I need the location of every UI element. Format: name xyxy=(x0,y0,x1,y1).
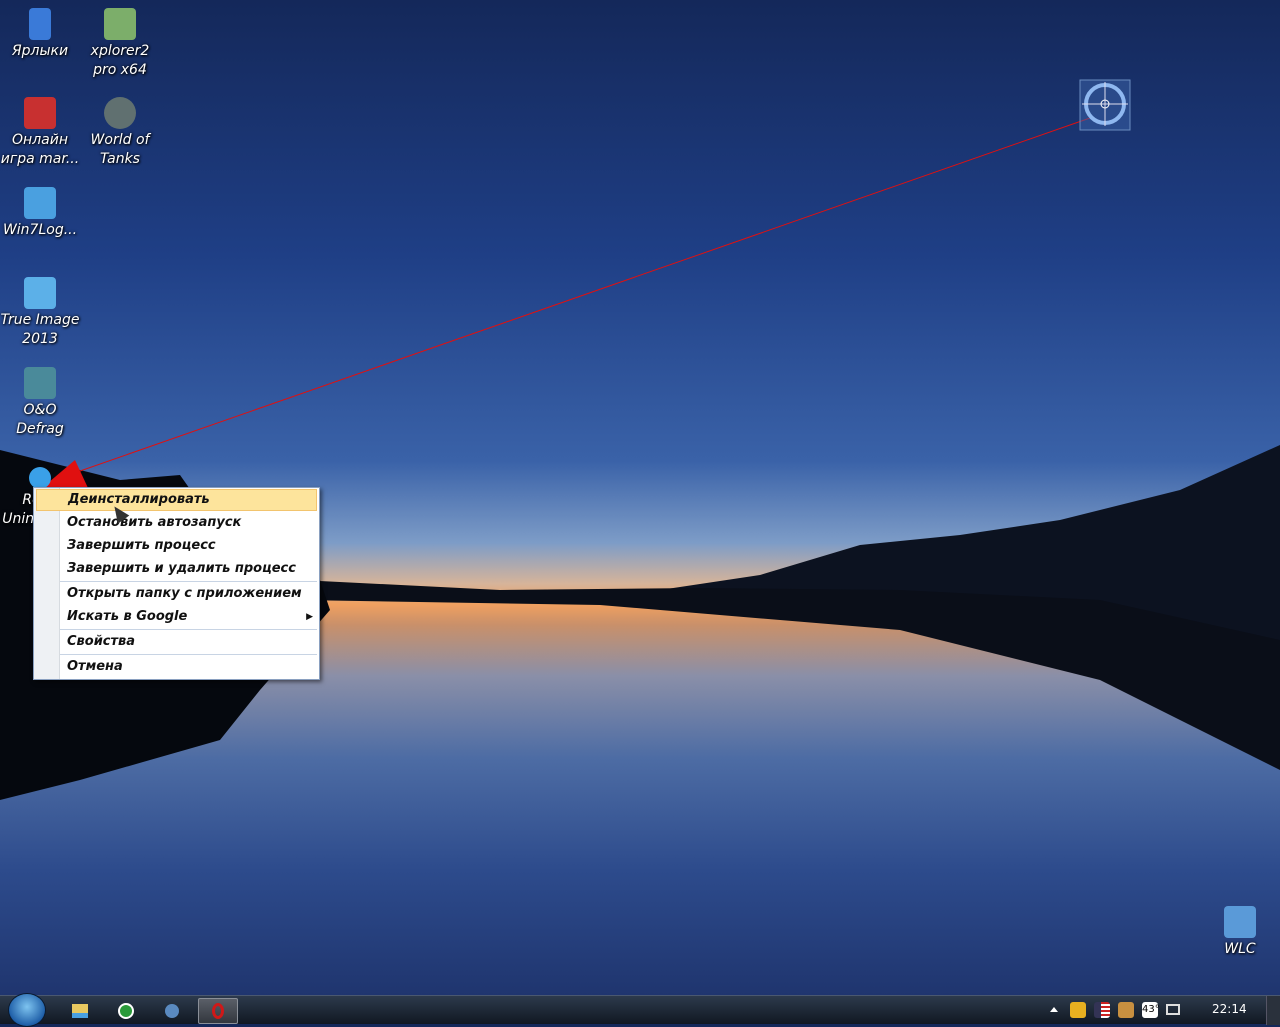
opera-icon xyxy=(212,1003,224,1019)
taskbar-utorrent-button[interactable] xyxy=(106,998,146,1024)
clock[interactable]: 22:14 xyxy=(1212,1002,1247,1016)
pointer-line xyxy=(59,117,1091,479)
menu-item-kill-process[interactable]: Завершить процесс xyxy=(36,535,317,557)
desktop-icon-win7logon[interactable]: Win7Log... xyxy=(0,183,80,240)
menu-separator xyxy=(60,629,317,630)
taskbar: 43° 22:14 xyxy=(0,993,1280,1027)
wot-icon xyxy=(104,97,136,129)
menu-item-open-folder[interactable]: Открыть папку с приложением xyxy=(36,583,317,605)
crosshair-target-icon[interactable] xyxy=(1079,79,1131,131)
folder-icon xyxy=(29,8,51,40)
desktop-icon-xplorer2[interactable]: xplorer2 pro x64 xyxy=(80,4,160,80)
desktop-icon-wlc[interactable]: WLC xyxy=(1200,902,1280,959)
menu-separator xyxy=(60,581,317,582)
desktop-icon-shortcuts[interactable]: Ярлыки xyxy=(0,4,80,61)
desktop-icon-world-of-tanks[interactable]: World of Tanks xyxy=(80,93,160,169)
tray-app-icon[interactable] xyxy=(1070,1002,1086,1018)
utorrent-icon xyxy=(118,1003,134,1019)
desktop-icon-true-image[interactable]: True Image 2013 xyxy=(0,273,80,349)
network-icon[interactable] xyxy=(1166,1004,1180,1015)
weather-temp-icon[interactable]: 43° xyxy=(1142,1002,1160,1018)
context-menu: Деинсталлировать Остановить автозапуск З… xyxy=(33,487,320,680)
taskbar-explorer-button[interactable] xyxy=(60,998,100,1024)
menu-item-search-google[interactable]: Искать в Google ▶ xyxy=(36,606,317,628)
language-flag-icon[interactable] xyxy=(1094,1002,1110,1018)
taskbar-opera-button[interactable] xyxy=(198,998,238,1024)
xplorer2-icon xyxy=(104,8,136,40)
taskbar-network-app-button[interactable] xyxy=(152,998,192,1024)
folder-icon xyxy=(72,1004,88,1018)
menu-item-properties[interactable]: Свойства xyxy=(36,631,317,653)
true-image-icon xyxy=(24,277,56,309)
desktop-icon-online-game[interactable]: Онлайн игра mar... xyxy=(0,93,80,169)
defrag-icon xyxy=(24,367,56,399)
start-button[interactable] xyxy=(8,993,46,1027)
monitor-icon xyxy=(24,187,56,219)
desktop-icon-oo-defrag[interactable]: O&O Defrag xyxy=(0,363,80,439)
game-icon xyxy=(24,97,56,129)
network-computer-icon xyxy=(1224,906,1256,938)
revo-icon xyxy=(29,467,51,489)
submenu-arrow-icon: ▶ xyxy=(306,612,313,622)
menu-item-cancel[interactable]: Отмена xyxy=(36,656,317,678)
menu-item-stop-autorun[interactable]: Остановить автозапуск xyxy=(36,512,317,534)
menu-item-kill-delete-process[interactable]: Завершить и удалить процесс xyxy=(36,558,317,580)
globe-icon xyxy=(165,1004,179,1018)
tray-security-icon[interactable] xyxy=(1118,1002,1134,1018)
menu-separator xyxy=(60,654,317,655)
show-hidden-icons-button[interactable] xyxy=(1050,1007,1058,1012)
show-desktop-button[interactable] xyxy=(1266,996,1280,1025)
menu-item-uninstall[interactable]: Деинсталлировать xyxy=(36,489,317,511)
